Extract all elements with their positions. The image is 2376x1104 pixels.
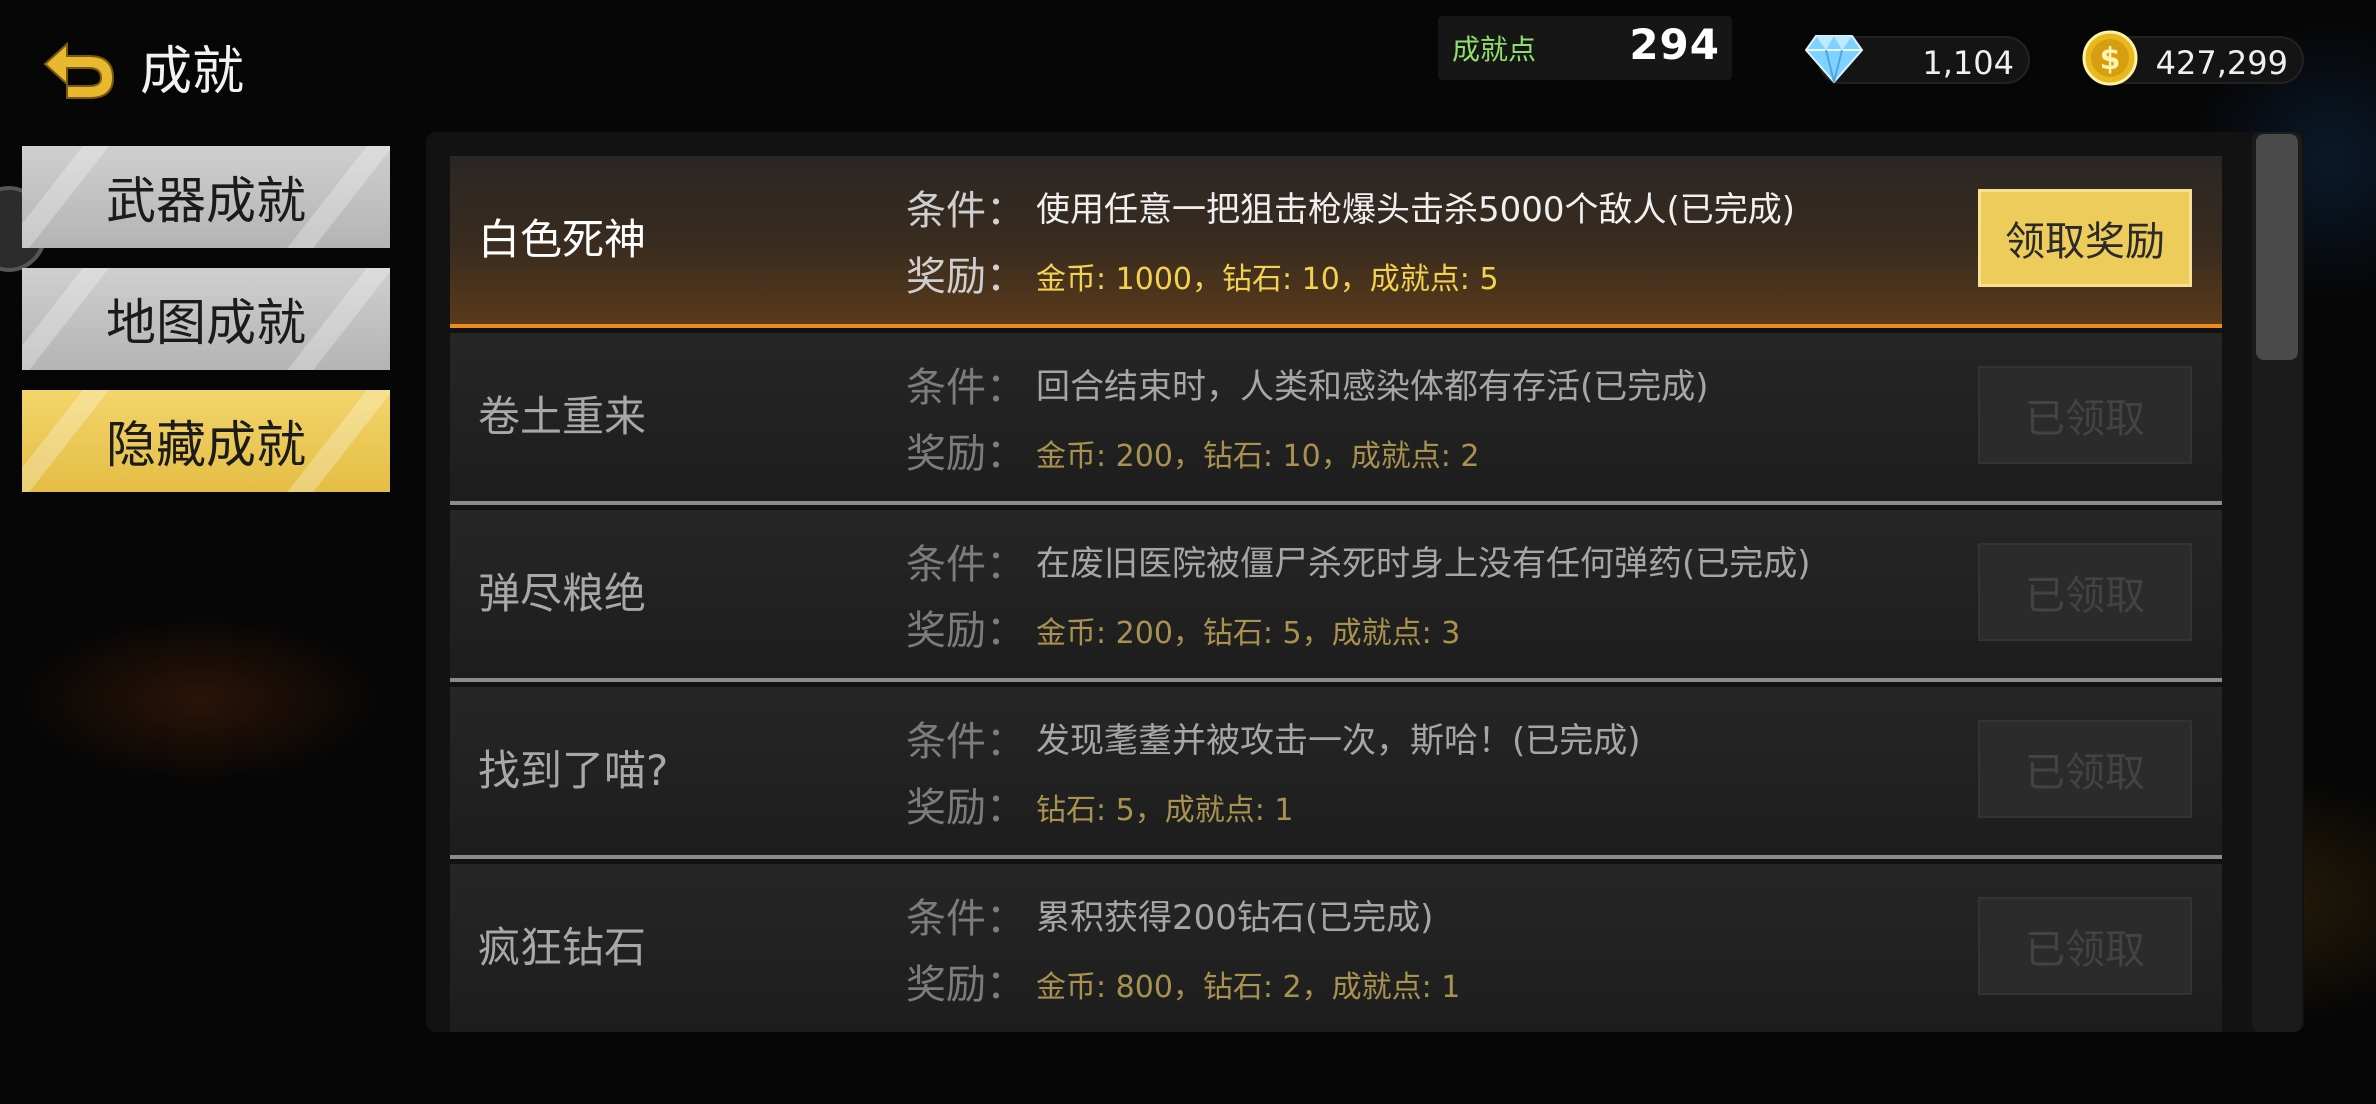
- diamond-count: 1,104: [1922, 44, 2014, 82]
- condition-text: 在废旧医院被僵尸杀死时身上没有任何弹药(已完成): [1036, 544, 1811, 584]
- achievement-row: 找到了喵? 条件： 发现耄耋并被攻击一次，斯哈！(已完成) 奖励： 钻石: 5，…: [450, 687, 2222, 859]
- diamond-balance: 1,104: [1804, 35, 2030, 84]
- reward-text: 金币: 800，钻石: 2，成就点: 1: [1036, 970, 1461, 1005]
- reward-label: 奖励：: [906, 608, 1026, 654]
- condition-label: 条件：: [906, 896, 1026, 942]
- achievement-name: 弹尽粮绝: [478, 569, 647, 618]
- achievement-name: 疯狂钻石: [478, 923, 647, 972]
- condition-text: 使用任意一把狙击枪爆头击杀5000个敌人(已完成): [1036, 190, 1796, 230]
- achievement-points-label: 成就点: [1452, 33, 1537, 66]
- condition-label: 条件：: [906, 188, 1026, 234]
- achievement-name: 找到了喵?: [478, 746, 669, 795]
- tab-map-achievements[interactable]: 地图成就: [22, 268, 390, 370]
- claim-reward-button[interactable]: 领取奖励: [1978, 189, 2192, 287]
- condition-text: 回合结束时，人类和感染体都有存活(已完成): [1036, 367, 1709, 407]
- reward-text: 金币: 200，钻石: 5，成就点: 3: [1036, 616, 1461, 651]
- gold-count: 427,299: [2155, 44, 2288, 82]
- condition-label: 条件：: [906, 542, 1026, 588]
- reward-text: 钻石: 5，成就点: 1: [1036, 793, 1294, 828]
- diamond-icon: [1802, 26, 1866, 90]
- condition-text: 累积获得200钻石(已完成): [1036, 898, 1434, 938]
- achievement-name: 白色死神: [478, 215, 647, 264]
- tab-label: 地图成就: [106, 294, 306, 352]
- tab-hidden-achievements[interactable]: 隐藏成就: [22, 390, 390, 492]
- scroll-thumb[interactable]: [2256, 134, 2298, 360]
- page-title: 成就: [140, 42, 245, 102]
- achievement-row: 卷土重来 条件： 回合结束时，人类和感染体都有存活(已完成) 奖励： 金币: 2…: [450, 333, 2222, 505]
- claimed-button[interactable]: 已领取: [1978, 897, 2192, 995]
- condition-label: 条件：: [906, 365, 1026, 411]
- back-button[interactable]: [34, 38, 120, 104]
- list-scrollbar[interactable]: [2252, 132, 2302, 1032]
- achievement-row: 疯狂钻石 条件： 累积获得200钻石(已完成) 奖励： 金币: 800，钻石: …: [450, 864, 2222, 1032]
- reward-text: 金币: 1000，钻石: 10，成就点: 5: [1036, 262, 1499, 297]
- back-arrow-icon: [43, 41, 115, 99]
- achievement-points-box: 成就点 294: [1438, 16, 1732, 80]
- condition-text: 发现耄耋并被攻击一次，斯哈！(已完成): [1036, 721, 1641, 761]
- gold-coin-icon: $: [2078, 26, 2142, 90]
- condition-label: 条件：: [906, 719, 1026, 765]
- tab-label: 隐藏成就: [106, 416, 306, 474]
- claimed-button[interactable]: 已领取: [1978, 543, 2192, 641]
- achievement-points-value: 294: [1629, 20, 1720, 69]
- reward-text: 金币: 200，钻石: 10，成就点: 2: [1036, 439, 1480, 474]
- reward-label: 奖励：: [906, 785, 1026, 831]
- reward-label: 奖励：: [906, 431, 1026, 477]
- claimed-button[interactable]: 已领取: [1978, 366, 2192, 464]
- achievement-list: 白色死神 条件： 使用任意一把狙击枪爆头击杀5000个敌人(已完成) 奖励： 金…: [426, 132, 2304, 1032]
- achievement-row: 弹尽粮绝 条件： 在废旧医院被僵尸杀死时身上没有任何弹药(已完成) 奖励： 金币…: [450, 510, 2222, 682]
- tab-weapon-achievements[interactable]: 武器成就: [22, 146, 390, 248]
- reward-label: 奖励：: [906, 962, 1026, 1008]
- achievements-screen: 成就 成就点 294 1,104 $ 427,299 武器成就 地图成就 隐藏成…: [0, 0, 2376, 1104]
- svg-text:$: $: [2100, 42, 2121, 77]
- achievement-row: 白色死神 条件： 使用任意一把狙击枪爆头击杀5000个敌人(已完成) 奖励： 金…: [450, 156, 2222, 328]
- reward-label: 奖励：: [906, 254, 1026, 300]
- achievement-name: 卷土重来: [478, 392, 647, 441]
- gold-balance: $ 427,299: [2082, 30, 2304, 86]
- tab-label: 武器成就: [106, 172, 306, 230]
- claimed-button[interactable]: 已领取: [1978, 720, 2192, 818]
